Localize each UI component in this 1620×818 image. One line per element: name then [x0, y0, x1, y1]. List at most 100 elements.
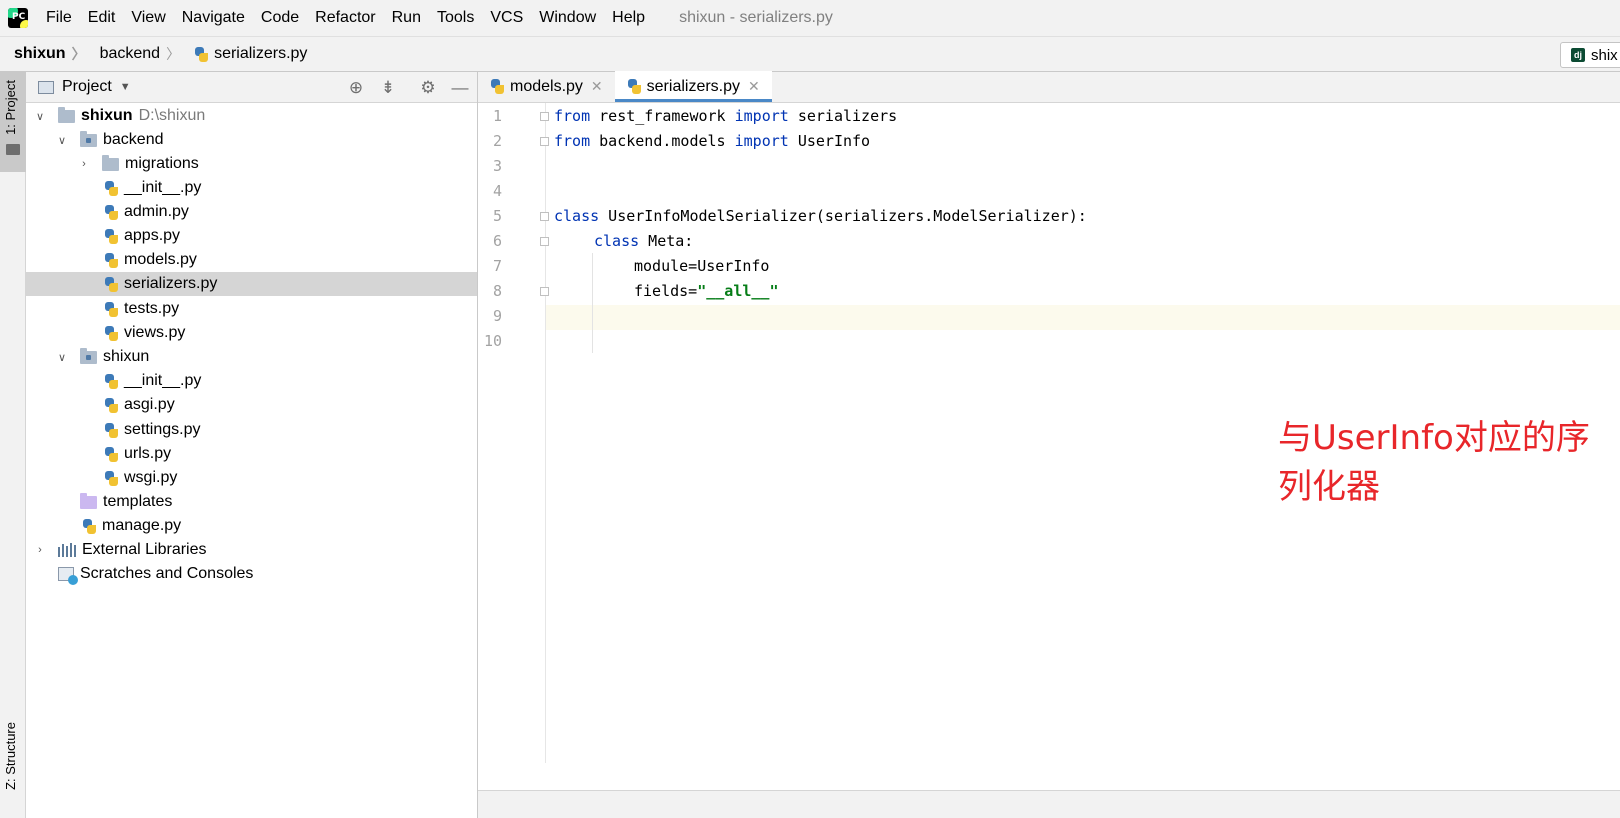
tree-item-label: admin.py [124, 203, 189, 220]
tree-item-label: tests.py [124, 300, 180, 317]
tree-item-scratches[interactable]: Scratches and Consoles [26, 562, 477, 586]
python-file-icon [104, 204, 119, 220]
tree-item-file[interactable]: wsgi.py [26, 466, 477, 490]
tree-item-label: manage.py [102, 517, 182, 534]
menu-bar: PC File Edit View Navigate Code Refactor… [0, 0, 1620, 36]
menu-navigate[interactable]: Navigate [174, 0, 253, 36]
chevron-right-icon[interactable]: › [78, 158, 90, 170]
tree-item-file[interactable]: admin.py [26, 200, 477, 224]
tree-item-file[interactable]: asgi.py [26, 393, 477, 417]
menu-refactor[interactable]: Refactor [307, 0, 383, 36]
code-line-7: module=UserInfo [634, 257, 770, 275]
folder-icon [102, 154, 119, 171]
close-icon[interactable]: ✕ [591, 78, 603, 95]
python-file-icon [104, 276, 119, 292]
tree-item-file[interactable]: views.py [26, 321, 477, 345]
python-file-icon [104, 397, 119, 413]
current-line-highlight [546, 305, 1620, 330]
menu-file[interactable]: File [38, 0, 80, 36]
python-file-icon [627, 79, 642, 94]
tree-item-migrations[interactable]: › migrations [26, 152, 477, 176]
line-number: 1 [492, 107, 502, 125]
tree-item-label: Scratches and Consoles [80, 565, 254, 582]
tab-label: serializers.py [646, 77, 741, 95]
python-file-icon [104, 470, 119, 486]
line-number: 3 [492, 157, 502, 175]
menu-tools[interactable]: Tools [429, 0, 482, 36]
run-configuration-label: shix [1591, 46, 1618, 64]
python-file-icon [104, 373, 119, 389]
breadcrumb-label: backend [99, 45, 161, 62]
code-editor: models.py ✕ serializers.py ✕ 1 2 3 4 5 6… [478, 71, 1620, 818]
folder-icon [6, 144, 20, 155]
breadcrumb-backend[interactable]: backend 〉 [86, 44, 181, 64]
line-number: 6 [492, 232, 502, 250]
python-file-icon [490, 79, 505, 94]
annotation-text: 与UserInfo对应的序列化器 [1278, 418, 1590, 507]
tree-item-file[interactable]: apps.py [26, 224, 477, 248]
close-icon[interactable]: ✕ [748, 78, 760, 95]
python-file-icon [104, 446, 119, 462]
python-file-icon [104, 325, 119, 341]
tree-item-file[interactable]: __init__.py [26, 369, 477, 393]
menu-run[interactable]: Run [384, 0, 429, 36]
line-number: 5 [492, 207, 502, 225]
breadcrumb-file[interactable]: serializers.py [180, 45, 307, 63]
tree-item-label: shixun [81, 107, 133, 124]
tree-item-label: apps.py [124, 227, 181, 244]
tree-item-label: asgi.py [124, 396, 175, 413]
tree-item-backend[interactable]: ∨ backend [26, 128, 477, 152]
python-file-icon [104, 180, 119, 196]
run-configuration-selector[interactable]: dj shix [1560, 42, 1620, 68]
tab-serializers-py[interactable]: serializers.py ✕ [614, 71, 772, 102]
tab-models-py[interactable]: models.py ✕ [478, 71, 615, 102]
pycharm-logo-icon: PC [8, 8, 28, 28]
menu-view[interactable]: View [123, 0, 173, 36]
library-icon [58, 543, 76, 557]
indent-guide [592, 253, 593, 353]
collapse-all-icon[interactable]: ⇟ [378, 78, 398, 98]
breadcrumb-root[interactable]: shixun 〉 [0, 44, 86, 64]
menu-window[interactable]: Window [531, 0, 604, 36]
menu-edit[interactable]: Edit [80, 0, 124, 36]
tab-label: models.py [510, 77, 583, 95]
project-tool-button[interactable]: 1: Project [0, 72, 26, 172]
folder-icon [58, 106, 75, 123]
tree-item-label: templates [103, 493, 173, 510]
tree-item-file[interactable]: urls.py [26, 442, 477, 466]
tree-item-label: wsgi.py [124, 469, 178, 486]
editor-bottom-bar [478, 790, 1620, 818]
tree-item-file[interactable]: settings.py [26, 418, 477, 442]
package-folder-icon [80, 130, 97, 147]
chevron-down-icon[interactable]: ∨ [34, 110, 46, 123]
menu-help[interactable]: Help [604, 0, 653, 36]
locate-target-icon[interactable]: ⊕ [346, 78, 366, 98]
chevron-down-icon[interactable]: ∨ [56, 351, 68, 364]
tree-item-file[interactable]: models.py [26, 248, 477, 272]
python-file-icon [82, 518, 97, 534]
python-file-icon [194, 46, 209, 62]
project-panel-title[interactable]: Project [62, 78, 112, 96]
python-file-icon [104, 422, 119, 438]
menu-vcs[interactable]: VCS [482, 0, 531, 36]
tree-item-root[interactable]: ∨ shixun D:\shixun [26, 104, 477, 128]
tree-item-file-selected[interactable]: serializers.py [26, 272, 477, 296]
line-number: 9 [492, 307, 502, 325]
menu-code[interactable]: Code [253, 0, 307, 36]
tree-item-shixun-package[interactable]: ∨ shixun [26, 345, 477, 369]
tree-item-templates[interactable]: templates [26, 490, 477, 514]
tree-item-label: shixun [103, 348, 150, 365]
tree-item-file[interactable]: manage.py [26, 514, 477, 538]
tree-item-external-libraries[interactable]: › External Libraries [26, 538, 477, 562]
chevron-down-icon[interactable]: ∨ [56, 134, 68, 147]
tree-item-label: __init__.py [124, 179, 202, 196]
gear-icon[interactable]: ⚙ [418, 78, 438, 98]
tree-item-file[interactable]: __init__.py [26, 176, 477, 200]
chevron-right-icon[interactable]: › [34, 544, 46, 556]
tree-item-file[interactable]: tests.py [26, 297, 477, 321]
structure-tool-button[interactable]: Z: Structure [3, 722, 18, 790]
line-number: 7 [492, 257, 502, 275]
tree-item-label: models.py [124, 251, 197, 268]
minimize-icon[interactable]: — [450, 78, 470, 98]
chevron-down-icon[interactable]: ▼ [120, 81, 131, 93]
